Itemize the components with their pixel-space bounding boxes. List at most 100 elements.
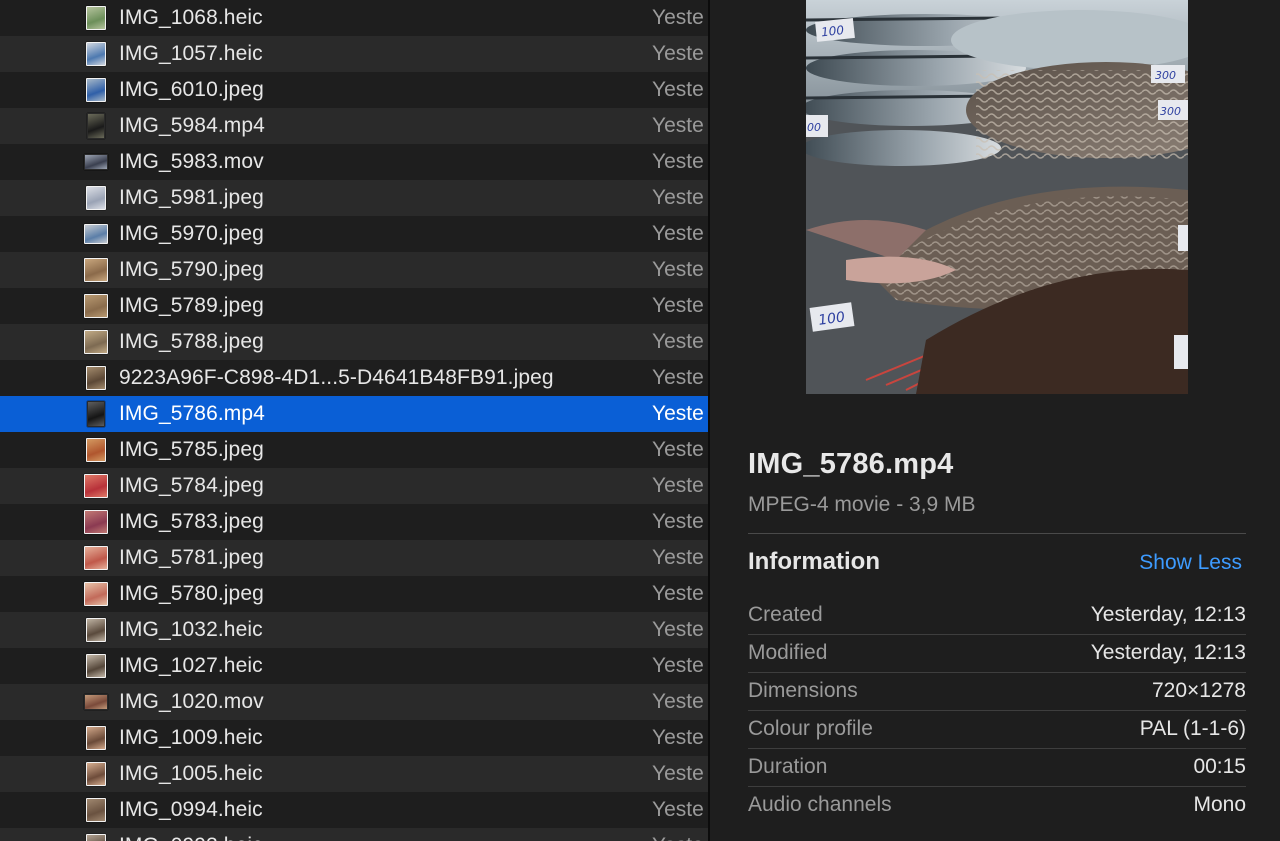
date-modified: Yeste bbox=[652, 510, 704, 533]
file-kind-size: MPEG-4 movie - 3,9 MB bbox=[748, 493, 976, 516]
file-name: IMG_1020.mov bbox=[119, 690, 264, 713]
image-thumbnail-icon bbox=[84, 330, 108, 354]
date-modified: Yeste bbox=[652, 582, 704, 605]
image-thumbnail-icon bbox=[84, 510, 108, 534]
info-row: Duration 00:15 bbox=[748, 748, 1246, 787]
date-modified: Yeste bbox=[652, 798, 704, 821]
image-thumbnail-icon bbox=[84, 42, 108, 66]
file-name: IMG_5981.jpeg bbox=[119, 186, 264, 209]
list-item[interactable]: IMG_1009.heic Yeste bbox=[0, 720, 708, 756]
info-label: Audio channels bbox=[748, 793, 892, 816]
info-row: Modified Yesterday, 12:13 bbox=[748, 634, 1246, 673]
date-modified: Yeste bbox=[652, 258, 704, 281]
preview-image: 100 100 300 300 00 bbox=[806, 0, 1188, 394]
file-name: IMG_5788.jpeg bbox=[119, 330, 264, 353]
svg-text:300: 300 bbox=[1155, 69, 1176, 82]
file-name: IMG_5785.jpeg bbox=[119, 438, 264, 461]
date-modified: Yeste bbox=[652, 222, 704, 245]
image-thumbnail-icon bbox=[84, 546, 108, 570]
list-item[interactable]: IMG_1005.heic Yeste bbox=[0, 756, 708, 792]
list-item[interactable]: IMG_5981.jpeg Yeste bbox=[0, 180, 708, 216]
file-name: IMG_1068.heic bbox=[119, 6, 263, 29]
file-name: IMG_5790.jpeg bbox=[119, 258, 264, 281]
date-modified: Yeste bbox=[652, 114, 704, 137]
date-modified: Yeste bbox=[652, 762, 704, 785]
list-item[interactable]: IMG_1027.heic Yeste bbox=[0, 648, 708, 684]
video-thumbnail-icon bbox=[84, 401, 108, 427]
date-modified: Yeste bbox=[652, 42, 704, 65]
date-modified: Yeste bbox=[652, 654, 704, 677]
date-modified: Yeste bbox=[652, 726, 704, 749]
info-row: Audio channels Mono bbox=[748, 786, 1246, 824]
file-name: IMG_0993.heic bbox=[119, 828, 263, 841]
image-thumbnail-icon bbox=[84, 6, 108, 30]
info-label: Duration bbox=[748, 755, 828, 778]
info-label: Colour profile bbox=[748, 717, 873, 740]
info-value: Yesterday, 12:13 bbox=[1090, 641, 1246, 664]
image-thumbnail-icon bbox=[84, 834, 108, 841]
info-value: Mono bbox=[1193, 793, 1246, 816]
list-item[interactable]: IMG_5984.mp4 Yeste bbox=[0, 108, 708, 144]
date-modified: Yeste bbox=[652, 186, 704, 209]
info-label: Created bbox=[748, 603, 823, 626]
file-name: IMG_5983.mov bbox=[119, 150, 264, 173]
date-modified: Yeste bbox=[652, 330, 704, 353]
list-item[interactable]: IMG_5780.jpeg Yeste bbox=[0, 576, 708, 612]
info-row: Created Yesterday, 12:13 bbox=[748, 596, 1246, 635]
show-less-button[interactable]: Show Less bbox=[1139, 551, 1242, 575]
file-name: IMG_5984.mp4 bbox=[119, 114, 265, 137]
list-item[interactable]: IMG_1057.heic Yeste bbox=[0, 36, 708, 72]
information-heading: Information bbox=[748, 548, 880, 575]
date-modified: Yeste bbox=[652, 690, 704, 713]
file-name: IMG_1009.heic bbox=[119, 726, 263, 749]
list-item[interactable]: IMG_5788.jpeg Yeste bbox=[0, 324, 708, 360]
image-thumbnail-icon bbox=[84, 186, 108, 210]
file-name: IMG_1005.heic bbox=[119, 762, 263, 785]
date-modified: Yeste bbox=[652, 6, 704, 29]
list-item[interactable]: IMG_5970.jpeg Yeste bbox=[0, 216, 708, 252]
file-name: IMG_5783.jpeg bbox=[119, 510, 264, 533]
list-item[interactable]: IMG_6010.jpeg Yeste bbox=[0, 72, 708, 108]
file-name: IMG_0994.heic bbox=[119, 798, 263, 821]
list-item[interactable]: IMG_1032.heic Yeste bbox=[0, 612, 708, 648]
date-modified: Yeste bbox=[652, 78, 704, 101]
list-item[interactable]: IMG_5983.mov Yeste bbox=[0, 144, 708, 180]
file-title: IMG_5786.mp4 bbox=[748, 448, 954, 480]
image-thumbnail-icon bbox=[84, 294, 108, 318]
image-thumbnail-icon bbox=[84, 654, 108, 678]
date-modified: Yeste bbox=[652, 438, 704, 461]
date-modified: Yeste bbox=[652, 474, 704, 497]
info-value: 00:15 bbox=[1193, 755, 1246, 778]
date-modified: Yeste bbox=[652, 828, 704, 841]
date-modified: Yeste bbox=[652, 618, 704, 641]
list-item[interactable]: IMG_5790.jpeg Yeste bbox=[0, 252, 708, 288]
image-thumbnail-icon bbox=[84, 78, 108, 102]
list-item[interactable]: IMG_5785.jpeg Yeste bbox=[0, 432, 708, 468]
image-thumbnail-icon bbox=[84, 618, 108, 642]
image-thumbnail-icon bbox=[84, 474, 108, 498]
info-row: Colour profile PAL (1-1-6) bbox=[748, 710, 1246, 749]
video-frame-fish-market: 100 100 300 300 00 bbox=[806, 0, 1188, 394]
list-item[interactable]: IMG_0994.heic Yeste bbox=[0, 792, 708, 828]
image-thumbnail-icon bbox=[84, 726, 108, 750]
date-modified: Yeste bbox=[652, 402, 704, 425]
date-modified: Yeste bbox=[652, 546, 704, 569]
list-item[interactable]: IMG_5784.jpeg Yeste bbox=[0, 468, 708, 504]
file-list[interactable]: IMG_1068.heic Yeste IMG_1057.heic Yeste IMG_… bbox=[0, 0, 708, 841]
list-item[interactable]: IMG_1020.mov Yeste bbox=[0, 684, 708, 720]
image-thumbnail-icon bbox=[84, 798, 108, 822]
list-item[interactable]: IMG_5786.mp4 Yeste bbox=[0, 396, 708, 432]
info-label: Modified bbox=[748, 641, 828, 664]
preview-pane: 100 100 300 300 00 IMG_5786.mp4 MPEG-4 m… bbox=[710, 0, 1280, 841]
file-name: 9223A96F-C898-4D1...5-D4641B48FB91.jpeg bbox=[119, 366, 554, 389]
file-name: IMG_1032.heic bbox=[119, 618, 263, 641]
list-item[interactable]: IMG_0993.heic Yeste bbox=[0, 828, 708, 841]
list-item[interactable]: IMG_1068.heic Yeste bbox=[0, 0, 708, 36]
list-item[interactable]: IMG_5789.jpeg Yeste bbox=[0, 288, 708, 324]
list-item[interactable]: IMG_5781.jpeg Yeste bbox=[0, 540, 708, 576]
list-item[interactable]: IMG_5783.jpeg Yeste bbox=[0, 504, 708, 540]
list-item[interactable]: 9223A96F-C898-4D1...5-D4641B48FB91.jpeg Y… bbox=[0, 360, 708, 396]
info-value: Yesterday, 12:13 bbox=[1090, 603, 1246, 626]
svg-text:100: 100 bbox=[820, 23, 845, 39]
date-modified: Yeste bbox=[652, 366, 704, 389]
